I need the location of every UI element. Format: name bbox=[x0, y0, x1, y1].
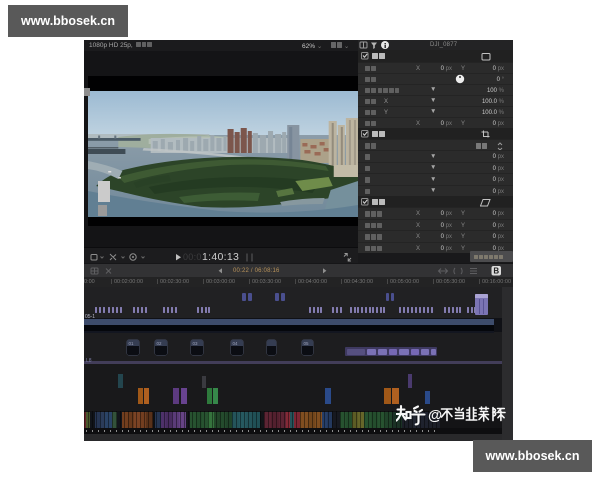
svg-text:B: B bbox=[493, 267, 499, 276]
svg-text:@: @ bbox=[428, 408, 442, 424]
